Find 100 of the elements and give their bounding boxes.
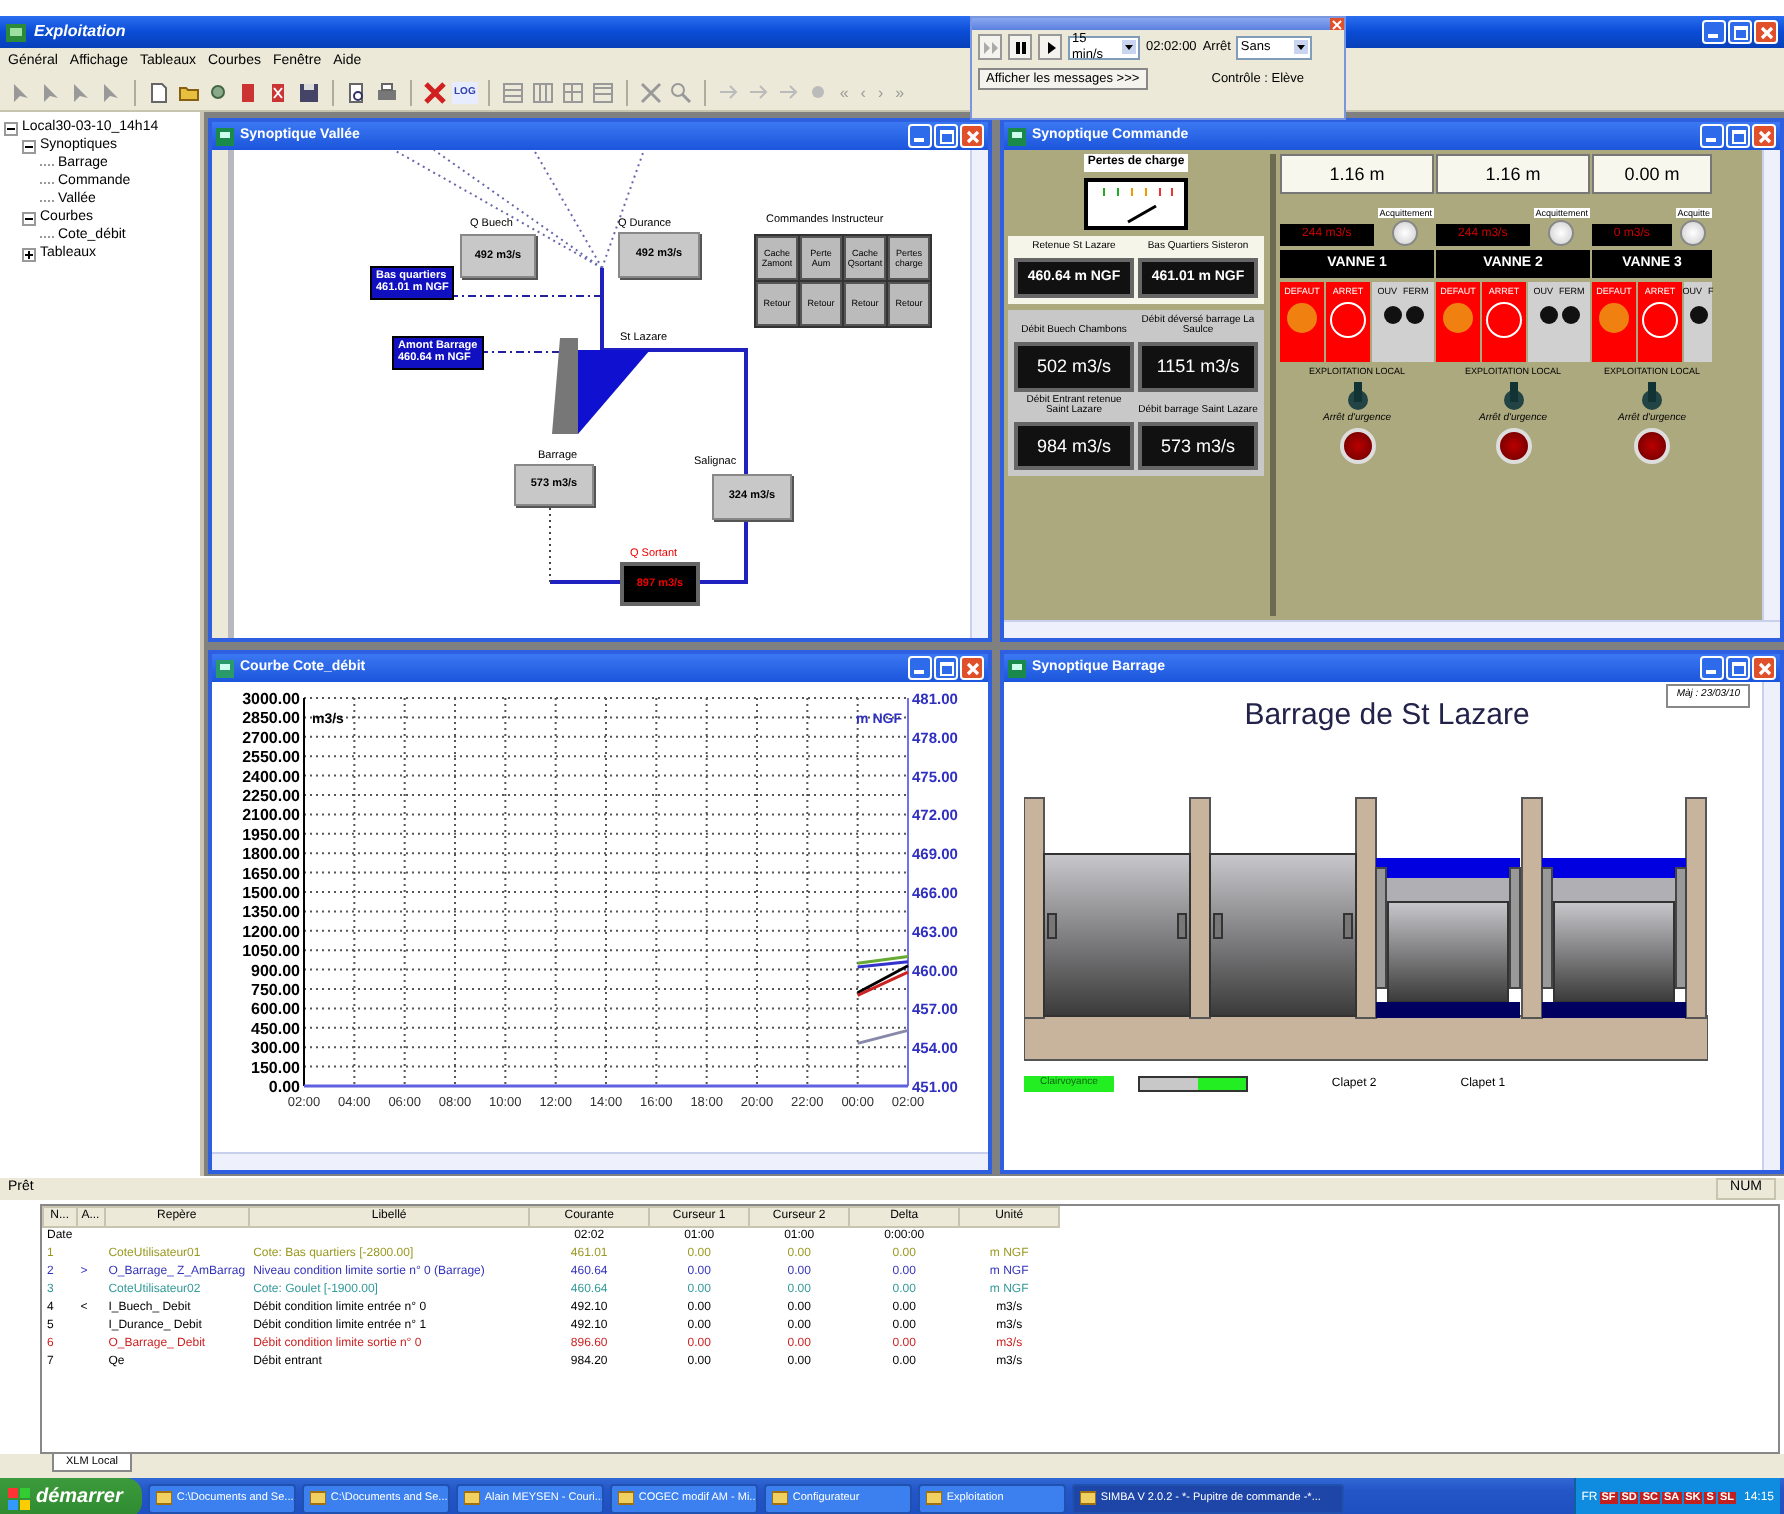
caret-icon xyxy=(1122,40,1136,54)
flow-value: 502 m3/s xyxy=(1014,342,1134,392)
collapse-icon[interactable] xyxy=(4,122,18,136)
minimize-button[interactable] xyxy=(908,124,932,148)
maximize-button[interactable] xyxy=(1728,20,1752,44)
windows-flag-icon xyxy=(8,1487,30,1509)
emergency-stop-button[interactable] xyxy=(1339,428,1375,465)
playback-button[interactable] xyxy=(1008,34,1032,60)
start-button[interactable]: démarrer xyxy=(0,1478,143,1514)
y-tick-label: 1500.00 xyxy=(242,884,300,902)
flow-value: 1151 m3/s xyxy=(1138,342,1258,392)
expand-icon[interactable] xyxy=(22,248,36,262)
selector-switch-icon[interactable] xyxy=(1345,381,1369,410)
grid-icon xyxy=(531,82,554,104)
y-tick-label: 300.00 xyxy=(251,1039,300,1058)
toolbar-button[interactable] xyxy=(296,80,322,106)
cross-icon xyxy=(424,82,446,104)
flow-value: 573 m3/s xyxy=(1138,422,1258,471)
y-tick-label: 2850.00 xyxy=(242,709,300,728)
arrow-icon xyxy=(717,82,740,104)
selector-switch-icon[interactable] xyxy=(1501,381,1525,410)
acknowledge-button[interactable] xyxy=(1680,220,1707,247)
maximize-button[interactable] xyxy=(934,656,958,680)
selector-switch-icon[interactable] xyxy=(1640,381,1664,410)
folder-icon xyxy=(178,82,200,104)
minimize-button[interactable] xyxy=(1700,656,1724,680)
pause-icon xyxy=(1011,37,1029,57)
window-icon xyxy=(1008,659,1026,677)
collapse-icon[interactable] xyxy=(22,212,36,226)
toolbar-button[interactable] xyxy=(146,80,172,106)
gauge-drawing xyxy=(1084,177,1188,230)
document-icon xyxy=(148,82,170,104)
close-icon xyxy=(1759,25,1773,39)
close-button[interactable] xyxy=(1752,656,1776,680)
flow-value: 984 m3/s xyxy=(1014,422,1134,471)
minimize-button[interactable] xyxy=(908,656,932,680)
print-preview-icon xyxy=(346,82,368,104)
close-button[interactable] xyxy=(960,124,984,148)
close-button[interactable] xyxy=(1330,18,1344,30)
acknowledge-button[interactable] xyxy=(1548,220,1575,247)
y-tick-label: 0.00 xyxy=(268,1078,300,1096)
collapse-icon[interactable] xyxy=(22,140,36,154)
diagram-title: Barrage de St Lazare xyxy=(1242,698,1532,733)
gate-opening: 1.16 m xyxy=(1280,154,1434,195)
y-tick-label: 2250.00 xyxy=(242,787,300,805)
close-icon xyxy=(965,129,979,143)
fast-forward-icon xyxy=(981,37,999,57)
maximize-icon xyxy=(939,129,953,143)
grid-icon xyxy=(591,82,614,104)
app-icon xyxy=(926,1490,943,1506)
y-tick-label: 2100.00 xyxy=(242,806,300,825)
maximize-icon xyxy=(1731,661,1745,675)
scrollbar[interactable] xyxy=(212,1152,988,1170)
scrollbar[interactable] xyxy=(1004,620,1780,638)
dotted-line xyxy=(549,505,551,583)
position-indicator xyxy=(1137,1076,1248,1093)
maximize-icon xyxy=(1731,129,1745,143)
maximize-button[interactable] xyxy=(1726,124,1750,148)
app-icon xyxy=(464,1490,481,1506)
minimize-button[interactable] xyxy=(1700,124,1724,148)
close-button[interactable] xyxy=(1754,20,1778,44)
indicator-lamp xyxy=(1442,301,1474,334)
window-icon xyxy=(216,127,234,145)
emergency-stop-button[interactable] xyxy=(1634,428,1670,465)
y-tick-label: 900.00 xyxy=(251,961,300,980)
stop-button[interactable] xyxy=(1330,301,1366,338)
cursor-icon xyxy=(100,82,122,104)
y-tick-label: 2400.00 xyxy=(242,767,300,786)
indicator-lamp xyxy=(1286,301,1318,334)
close-button[interactable] xyxy=(1752,124,1776,148)
maximize-button[interactable] xyxy=(934,124,958,148)
y-tick-label: 750.00 xyxy=(251,981,300,999)
y-tick-label: 3000.00 xyxy=(242,690,300,708)
scrollbar[interactable] xyxy=(1762,682,1780,1170)
playback-button[interactable] xyxy=(1038,34,1062,60)
acknowledge-button[interactable] xyxy=(1392,220,1419,247)
arrow-icon xyxy=(747,82,770,104)
magnifier-icon xyxy=(669,82,692,104)
close-icon xyxy=(1757,661,1771,675)
y-tick-label: 1200.00 xyxy=(242,922,300,941)
minimize-button[interactable] xyxy=(1702,20,1726,44)
toolbar-button[interactable] xyxy=(374,80,400,106)
y-tick-label: 1950.00 xyxy=(242,825,300,844)
scrollbar[interactable] xyxy=(970,150,988,638)
emergency-stop-button[interactable] xyxy=(1495,428,1531,465)
close-icon xyxy=(965,661,979,675)
gate-opening: 0.00 m xyxy=(1592,154,1712,195)
close-button[interactable] xyxy=(960,656,984,680)
stop-button[interactable] xyxy=(1642,301,1678,338)
stop-button[interactable] xyxy=(1486,301,1522,338)
y-tick-label: 1800.00 xyxy=(242,845,300,864)
maximize-icon xyxy=(1733,25,1747,39)
window-icon xyxy=(1008,127,1026,145)
app-icon xyxy=(6,23,26,41)
scrollbar[interactable] xyxy=(1762,150,1780,620)
maximize-button[interactable] xyxy=(1726,656,1750,680)
gate-opening: 1.16 m xyxy=(1436,154,1590,195)
window-title: Exploitation xyxy=(34,22,126,42)
grid-icon xyxy=(501,82,524,104)
y-tick-label: 2550.00 xyxy=(242,748,300,767)
